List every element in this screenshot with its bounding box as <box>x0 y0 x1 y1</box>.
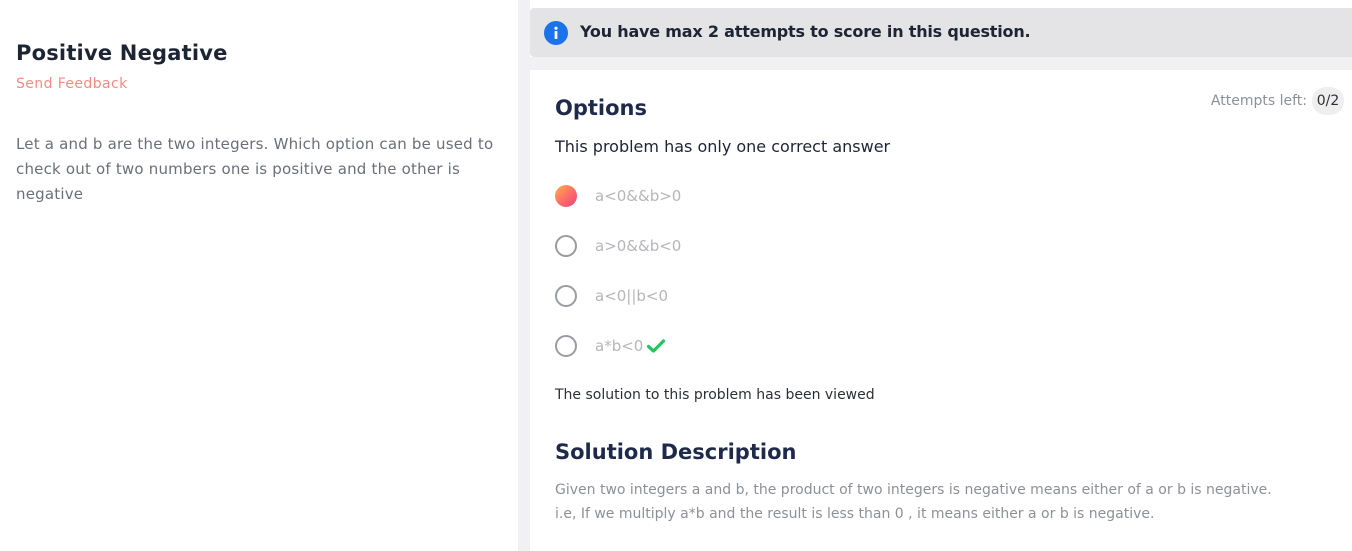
option-label: a*b<0 <box>595 337 644 355</box>
problem-panel: Positive Negative Send Feedback Let a an… <box>0 0 518 551</box>
option-4[interactable]: a*b<0 <box>555 334 666 358</box>
option-label: a<0&&b>0 <box>595 187 682 205</box>
problem-title: Positive Negative <box>16 41 228 65</box>
attempts-left-label: Attempts left: <box>1210 93 1307 109</box>
attempts-left-badge: 0/2 <box>1312 87 1344 115</box>
problem-statement: Let a and b are the two integers. Which … <box>16 135 494 203</box>
section-gap <box>530 57 1352 70</box>
solution-heading: Solution Description <box>555 440 797 464</box>
solution-line: Given two integers a and b, the product … <box>555 482 1272 498</box>
answer-instruction: This problem has only one correct answer <box>555 137 891 156</box>
banner-text: You have max 2 attempts to score in this… <box>580 22 1031 41</box>
send-feedback-link[interactable]: Send Feedback <box>16 76 128 92</box>
attempts-info-banner: You have max 2 attempts to score in this… <box>530 8 1352 57</box>
options-card: Options Attempts left: 0/2 This problem … <box>530 70 1352 551</box>
radio-unselected[interactable] <box>555 335 577 357</box>
radio-unselected[interactable] <box>555 285 577 307</box>
attempts-left: Attempts left: 0/2 <box>1211 87 1344 115</box>
option-2[interactable]: a>0&&b<0 <box>555 234 681 258</box>
solution-line: i.e, If we multiply a*b and the result i… <box>555 506 1155 522</box>
solution-viewed-notice: The solution to this problem has been vi… <box>555 387 875 403</box>
option-3[interactable]: a<0||b<0 <box>555 284 668 308</box>
radio-selected[interactable] <box>555 185 577 207</box>
checkmark-icon <box>647 339 666 353</box>
info-icon <box>544 21 568 45</box>
option-label: a<0||b<0 <box>595 287 669 305</box>
solution-description: Given two integers a and b, the product … <box>555 478 1335 526</box>
options-heading: Options <box>555 96 647 120</box>
option-1[interactable]: a<0&&b>0 <box>555 184 681 208</box>
radio-unselected[interactable] <box>555 235 577 257</box>
option-label: a>0&&b<0 <box>595 237 682 255</box>
panel-divider[interactable] <box>518 0 530 551</box>
